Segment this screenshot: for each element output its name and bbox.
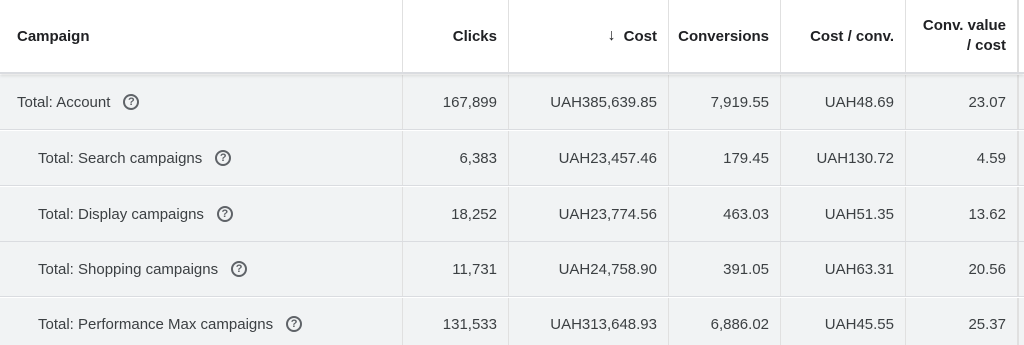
overflow-cell bbox=[1018, 298, 1024, 345]
overflow-cell bbox=[1018, 131, 1024, 185]
table-row: Total: Search campaigns ? 6,383 UAH23,45… bbox=[0, 131, 1024, 186]
conversions-cell: 391.05 bbox=[669, 242, 781, 296]
column-header-label: Campaign bbox=[17, 27, 90, 45]
cost-per-conv-cell: UAH130.72 bbox=[781, 131, 906, 185]
conv-value-cost-cell: 25.37 bbox=[906, 298, 1018, 345]
row-name: Total: Account bbox=[17, 93, 111, 111]
conversions-cell: 179.45 bbox=[669, 131, 781, 185]
column-header-label: / cost bbox=[966, 37, 1006, 54]
column-header-clicks[interactable]: Clicks bbox=[403, 0, 509, 72]
conversions-cell: 463.03 bbox=[669, 187, 781, 241]
column-header-label: Conv. value bbox=[922, 17, 1006, 34]
cost-per-conv-cell: UAH45.55 bbox=[781, 298, 906, 345]
clicks-cell: 6,383 bbox=[403, 131, 509, 185]
column-header-label: Conversions bbox=[678, 27, 769, 45]
column-header-label: Cost / conv. bbox=[810, 27, 894, 45]
row-name: Total: Shopping campaigns bbox=[38, 260, 219, 278]
cost-cell: UAH385,639.85 bbox=[509, 75, 669, 129]
column-header-label: Clicks bbox=[452, 27, 497, 45]
cost-per-conv-cell: UAH51.35 bbox=[781, 187, 906, 241]
table-row: Total: Display campaigns ? 18,252 UAH23,… bbox=[0, 187, 1024, 242]
table-row: Total: Performance Max campaigns ? 131,5… bbox=[0, 298, 1024, 345]
column-header-overflow bbox=[1018, 0, 1024, 72]
table-row: Total: Shopping campaigns ? 11,731 UAH24… bbox=[0, 242, 1024, 297]
row-name-cell: Total: Display campaigns ? bbox=[0, 187, 403, 241]
row-name: Total: Display campaigns bbox=[38, 205, 204, 223]
cost-per-conv-cell: UAH63.31 bbox=[781, 242, 906, 296]
column-header-campaign[interactable]: Campaign bbox=[0, 0, 403, 72]
cost-cell: UAH23,774.56 bbox=[509, 187, 669, 241]
column-header-conversions[interactable]: Conversions bbox=[669, 0, 781, 72]
column-header-cost[interactable]: ↓ Cost bbox=[509, 0, 669, 72]
row-name: Total: Performance Max campaigns bbox=[38, 316, 274, 333]
conv-value-cost-cell: 23.07 bbox=[906, 75, 1018, 129]
clicks-cell: 131,533 bbox=[403, 298, 509, 345]
column-header-conv-value-cost[interactable]: Conv. value / cost bbox=[906, 0, 1018, 72]
cost-cell: UAH23,457.46 bbox=[509, 131, 669, 185]
clicks-cell: 167,899 bbox=[403, 75, 509, 129]
conversions-cell: 7,919.55 bbox=[669, 75, 781, 129]
row-name-cell: Total: Performance Max campaigns ? bbox=[0, 298, 403, 345]
clicks-cell: 11,731 bbox=[403, 242, 509, 296]
table-row: Total: Account ? 167,899 UAH385,639.85 7… bbox=[0, 75, 1024, 130]
conversions-cell: 6,886.02 bbox=[669, 298, 781, 345]
conv-value-cost-cell: 20.56 bbox=[906, 242, 1018, 296]
overflow-cell bbox=[1018, 242, 1024, 296]
cost-cell: UAH313,648.93 bbox=[509, 298, 669, 345]
overflow-cell bbox=[1018, 187, 1024, 241]
row-name-cell: Total: Shopping campaigns ? bbox=[0, 242, 403, 296]
conv-value-cost-cell: 4.59 bbox=[906, 131, 1018, 185]
help-circle-icon[interactable]: ? bbox=[123, 94, 140, 110]
campaign-totals-table: Campaign Clicks ↓ Cost Conversions Cost … bbox=[0, 0, 1024, 345]
column-header-label: Cost bbox=[623, 27, 657, 45]
arrow-down-icon: ↓ bbox=[607, 27, 616, 44]
row-name-cell: Total: Account ? bbox=[0, 75, 403, 129]
row-name: Total: Search campaigns bbox=[38, 149, 203, 167]
help-circle-icon[interactable]: ? bbox=[231, 261, 248, 277]
help-circle-icon[interactable]: ? bbox=[286, 316, 303, 332]
cost-per-conv-cell: UAH48.69 bbox=[781, 75, 906, 129]
conv-value-cost-cell: 13.62 bbox=[906, 187, 1018, 241]
clicks-cell: 18,252 bbox=[403, 187, 509, 241]
column-header-cost-per-conv[interactable]: Cost / conv. bbox=[781, 0, 906, 72]
help-circle-icon[interactable]: ? bbox=[216, 206, 233, 222]
overflow-cell bbox=[1018, 75, 1024, 129]
help-circle-icon[interactable]: ? bbox=[215, 150, 232, 166]
cost-cell: UAH24,758.90 bbox=[509, 242, 669, 296]
row-name-cell: Total: Search campaigns ? bbox=[0, 131, 403, 185]
table-header: Campaign Clicks ↓ Cost Conversions Cost … bbox=[0, 0, 1024, 74]
